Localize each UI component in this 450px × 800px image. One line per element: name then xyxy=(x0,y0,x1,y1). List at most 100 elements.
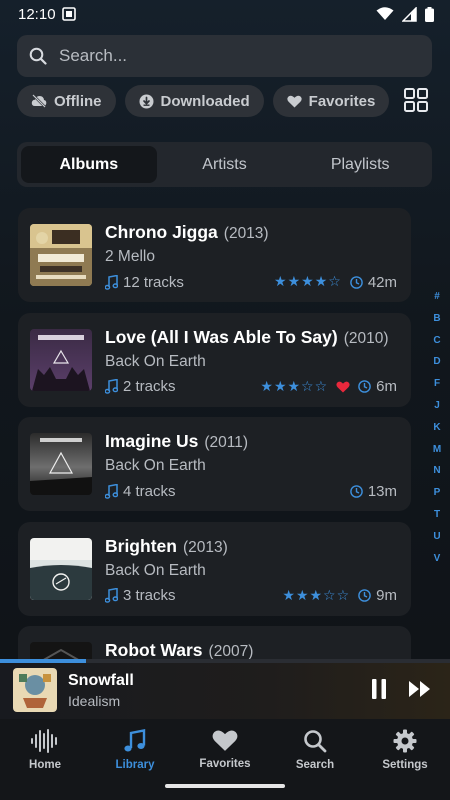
screenshot-notification-icon xyxy=(61,7,76,21)
downloaded-chip-label: Downloaded xyxy=(160,92,250,110)
search-input[interactable] xyxy=(59,46,399,66)
rating-stars[interactable]: ★★★☆☆ xyxy=(282,588,350,604)
nav-favorites-label: Favorites xyxy=(199,758,251,770)
playback-progress-fill xyxy=(0,659,86,663)
album-list: Chrono Jigga (2013) 2 Mello 12 tracks ★★★… xyxy=(18,208,411,731)
tab-playlists[interactable]: Playlists xyxy=(292,146,428,183)
index-letter[interactable]: # xyxy=(434,286,440,308)
skip-next-button[interactable] xyxy=(406,677,434,701)
clock-icon xyxy=(358,589,371,602)
album-duration: 42m xyxy=(367,273,397,291)
nav-home[interactable]: Home xyxy=(0,719,90,800)
index-letter[interactable]: P xyxy=(434,482,441,504)
index-letter[interactable]: J xyxy=(434,395,440,417)
offline-chip[interactable]: Offline xyxy=(17,85,116,117)
clock-icon xyxy=(358,380,371,393)
wifi-icon xyxy=(376,7,394,20)
album-year: (2013) xyxy=(223,225,269,242)
clock-icon xyxy=(350,275,363,289)
index-letter[interactable]: M xyxy=(433,439,441,461)
album-card-imagine-us[interactable]: Imagine Us (2011) Back On Earth 4 tracks … xyxy=(18,417,411,511)
battery-icon xyxy=(425,6,434,22)
heart-icon xyxy=(212,730,238,751)
index-letter[interactable]: F xyxy=(434,373,440,395)
status-time: 12:10 xyxy=(18,5,56,23)
favorite-heart-icon[interactable] xyxy=(336,381,350,393)
index-letter[interactable]: B xyxy=(433,308,440,330)
home-indicator xyxy=(165,784,285,788)
clock-icon xyxy=(350,484,363,498)
album-year: (2010) xyxy=(343,329,389,347)
album-cover xyxy=(30,328,92,391)
index-letter[interactable]: N xyxy=(433,460,440,482)
favorites-chip[interactable]: Favorites xyxy=(272,85,390,117)
track-count: 2 tracks xyxy=(123,378,176,395)
index-letter[interactable]: K xyxy=(433,417,440,439)
index-letter[interactable]: D xyxy=(433,351,440,373)
album-artist: Back On Earth xyxy=(105,561,206,579)
pause-button[interactable] xyxy=(368,677,390,701)
album-title: Imagine Us xyxy=(105,431,199,451)
nav-search-label: Search xyxy=(295,759,335,771)
search-icon xyxy=(29,47,47,65)
album-title: Brighten xyxy=(105,535,177,556)
album-cover xyxy=(30,224,92,286)
album-artist: Back On Earth xyxy=(105,352,206,370)
rating-stars[interactable]: ★★★☆☆ xyxy=(260,379,328,395)
downloaded-chip[interactable]: Downloaded xyxy=(124,85,264,117)
waveform-icon xyxy=(31,729,57,753)
album-duration: 6m xyxy=(376,378,397,395)
album-title: Love (All I Was Able To Say) xyxy=(105,326,338,347)
album-card-chrono-jigga[interactable]: Chrono Jigga (2013) 2 Mello 12 tracks ★★★… xyxy=(18,208,411,302)
offline-chip-label: Offline xyxy=(54,92,102,110)
search-icon xyxy=(304,730,327,753)
album-year: (2011) xyxy=(204,434,249,451)
album-artist: 2 Mello xyxy=(105,248,155,265)
status-bar: 12:10 xyxy=(0,0,450,28)
music-note-icon xyxy=(105,483,118,499)
album-title: Chrono Jigga xyxy=(105,222,218,242)
download-circle-icon xyxy=(139,94,153,108)
library-tabs: Albums Artists Playlists xyxy=(17,142,432,187)
favorites-chip-label: Favorites xyxy=(308,92,376,110)
gear-icon xyxy=(393,729,417,753)
now-playing-title: Snowfall xyxy=(68,672,134,689)
grid-view-icon[interactable] xyxy=(404,88,428,112)
music-note-icon xyxy=(105,588,118,603)
track-count: 12 tracks xyxy=(123,273,184,291)
album-cover xyxy=(30,433,92,495)
nav-settings-label: Settings xyxy=(382,759,428,771)
album-year: (2013) xyxy=(182,538,228,556)
tab-artists[interactable]: Artists xyxy=(157,146,293,183)
search-bar[interactable] xyxy=(17,35,432,77)
index-letter[interactable]: C xyxy=(433,330,440,352)
filter-chips: Offline Downloaded Favorites xyxy=(17,85,390,117)
album-artist: Back On Earth xyxy=(105,457,206,474)
track-count: 4 tracks xyxy=(123,482,176,500)
index-letter[interactable]: T xyxy=(434,504,440,526)
album-duration: 9m xyxy=(376,587,397,604)
cloud-off-icon xyxy=(31,94,47,108)
playback-progress-track[interactable] xyxy=(0,659,450,663)
nav-settings[interactable]: Settings xyxy=(360,719,450,800)
heart-icon xyxy=(287,95,302,107)
rating-stars[interactable]: ★★★★☆ xyxy=(274,274,342,290)
now-playing-cover xyxy=(13,668,57,712)
music-note-icon xyxy=(105,379,118,394)
alphabet-index[interactable]: # B C D F J K M N P T U V xyxy=(429,286,445,569)
tab-albums[interactable]: Albums xyxy=(21,146,157,183)
signal-icon xyxy=(402,6,417,22)
album-card-love[interactable]: Love (All I Was Able To Say) (2010) Back … xyxy=(18,312,411,407)
nav-library-label: Library xyxy=(115,759,155,771)
music-note-icon xyxy=(105,274,118,290)
now-playing-artist: Idealism xyxy=(68,693,121,709)
track-count: 3 tracks xyxy=(123,587,176,604)
nav-home-label: Home xyxy=(29,759,61,771)
index-letter[interactable]: U xyxy=(433,526,440,548)
album-title: Robot Wars xyxy=(105,640,203,660)
album-cover xyxy=(30,537,92,600)
album-card-brighten[interactable]: Brighten (2013) Back On Earth 3 tracks ★★… xyxy=(18,521,411,616)
mini-player[interactable]: Snowfall Idealism xyxy=(0,659,450,719)
index-letter[interactable]: V xyxy=(434,548,441,570)
album-year: (2007) xyxy=(208,643,254,660)
